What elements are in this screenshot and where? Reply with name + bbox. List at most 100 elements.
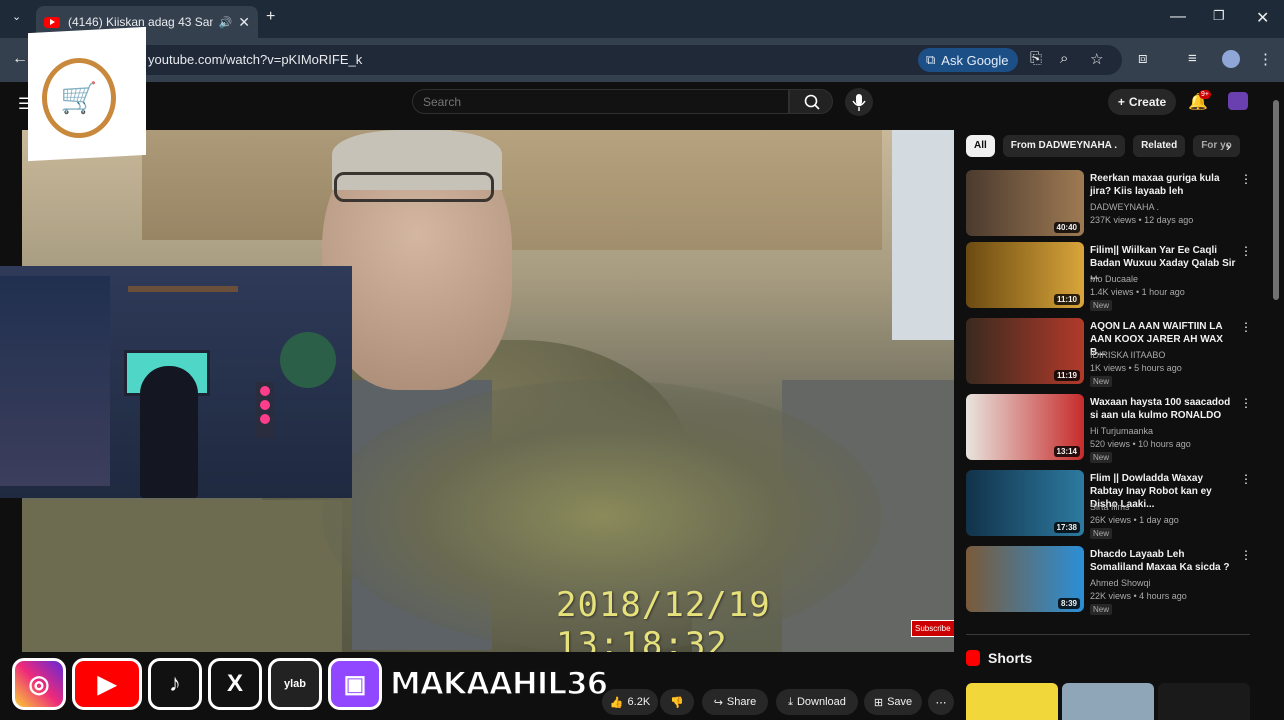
recommendation-title[interactable]: Waxaan haysta 100 saacadod si aan ula ku… (1090, 396, 1236, 422)
recommendation-thumbnail[interactable]: 13:14 (966, 394, 1084, 460)
bookmark-star-icon[interactable]: ☆ (1090, 50, 1103, 68)
window-close-icon[interactable]: ✕ (1256, 8, 1269, 28)
recommendation-thumbnail[interactable]: 11:10 (966, 242, 1084, 308)
recommendation-item[interactable]: 11:19 AQON LA AAN WAIFTIIN LA AAN KOOX J… (966, 318, 1252, 388)
more-actions-button[interactable]: ⋯ (928, 689, 954, 715)
minimize-icon[interactable]: — (1170, 8, 1186, 26)
short-thumbnail[interactable] (1062, 683, 1154, 720)
recommendation-meta: 1K views • 5 hours ago (1090, 363, 1182, 373)
recommendation-item[interactable]: 13:14 Waxaan haysta 100 saacadod si aan … (966, 394, 1252, 464)
recommendation-meta: 22K views • 4 hours ago (1090, 591, 1187, 601)
save-icon: ⊞ (873, 696, 884, 709)
url-text[interactable]: youtube.com/watch?v=pKIMoRIFE_k (148, 52, 362, 67)
browser-tab-bar: ⌄ (4146) Kiiskan adag 43 Sano 🔊 ✕ + — ❐ … (0, 0, 1284, 38)
like-button[interactable]: 👍 6.2K (602, 689, 658, 715)
account-avatar[interactable] (1228, 92, 1248, 110)
twitch-icon: ▣ (328, 658, 382, 710)
recommendation-item[interactable]: 8:39 Dhacdo Layaab Leh Somaliland Maxaa … (966, 546, 1252, 616)
recommendation-channel[interactable]: Ahmed Showqi (1090, 578, 1151, 588)
restore-icon[interactable]: ❐ (1213, 8, 1225, 24)
sidebar-divider (966, 634, 1250, 635)
recommendation-channel[interactable]: IDIRISKA IITAABO (1090, 350, 1165, 360)
more-vertical-icon[interactable]: ⋮ (1240, 548, 1252, 562)
new-tab-icon[interactable]: + (266, 8, 275, 26)
recommendation-channel[interactable]: Hi Turjumaanka (1090, 426, 1153, 436)
city-window-illustration (0, 276, 110, 486)
duration-badge: 11:19 (1053, 370, 1080, 381)
chip-from-channel[interactable]: From DADWEYNAHA . (1002, 135, 1126, 157)
recommendation-thumbnail[interactable]: 40:40 (966, 170, 1084, 236)
more-dots-icon: ⋯ (935, 696, 947, 709)
shelf-illustration (128, 286, 238, 292)
back-arrow-icon[interactable]: ← (12, 50, 28, 68)
recommendation-title[interactable]: Reerkan maxaa guriga kula jira? Kiis lay… (1090, 172, 1236, 198)
tab-search-icon[interactable]: ⌄ (12, 10, 21, 23)
recommendation-thumbnail[interactable]: 8:39 (966, 546, 1084, 612)
create-label: Create (1128, 95, 1167, 109)
download-label: Download (796, 696, 846, 708)
more-vertical-icon[interactable]: ⋮ (1240, 244, 1252, 258)
more-vertical-icon[interactable]: ⋮ (1240, 172, 1252, 186)
chip-all[interactable]: All (966, 135, 995, 157)
recommendation-channel[interactable]: Mo Ducaale (1090, 274, 1138, 284)
reading-list-icon[interactable]: ≡ (1188, 50, 1197, 67)
share-button[interactable]: ↪ Share (702, 689, 768, 715)
instagram-icon: ◎ (12, 658, 66, 710)
chip-related[interactable]: Related (1133, 135, 1186, 157)
dislike-button[interactable]: 👎 (660, 689, 694, 715)
extensions-icon[interactable]: ⧈ (1138, 50, 1148, 67)
short-thumbnail[interactable] (1158, 683, 1250, 720)
new-badge: New (1090, 300, 1113, 311)
tiktok-icon: ♪ (148, 658, 202, 710)
chevron-right-icon[interactable]: › (1226, 138, 1231, 154)
x-twitter-icon: X (208, 658, 262, 710)
recommendation-channel[interactable]: DADWEYNAHA . (1090, 202, 1159, 212)
save-button[interactable]: ⊞ Save (864, 689, 922, 715)
recommendation-item[interactable]: 11:10 Filim|| Wiilkan Yar Ee Caqli Badan… (966, 242, 1252, 312)
page-scrollbar[interactable] (1273, 100, 1279, 300)
menu-dots-icon[interactable]: ⋮ (1258, 50, 1273, 68)
thumbs-up-icon: 👍 (609, 696, 624, 709)
thumbs-down-icon: 👎 (670, 696, 684, 709)
shorts-label: Shorts (988, 650, 1033, 666)
shorts-icon (966, 650, 980, 666)
voice-search-button[interactable] (845, 88, 873, 116)
speaker-icon[interactable]: 🔊 (219, 16, 233, 29)
recommendation-meta: 26K views • 1 day ago (1090, 515, 1179, 525)
duration-badge: 8:39 (1057, 598, 1080, 609)
youtube-logo-icon: ▶ (72, 658, 142, 710)
recommendation-item[interactable]: 17:38 Flim || Dowladda Waxay Rabtay Inay… (966, 470, 1252, 540)
chip-for-you[interactable]: For yo (1193, 135, 1240, 157)
recommendation-title[interactable]: Dhacdo Layaab Leh Somaliland Maxaa Ka si… (1090, 548, 1236, 574)
install-app-icon[interactable]: ⎘ (1030, 50, 1042, 67)
search-button[interactable] (789, 89, 833, 114)
speaker-lights-illustration (256, 382, 274, 438)
bonsai-plant-illustration (280, 332, 336, 388)
ask-google-label: Ask Google (941, 52, 1009, 68)
recommendation-thumbnail[interactable]: 17:38 (966, 470, 1084, 536)
recommendation-item[interactable]: 40:40 Reerkan maxaa guriga kula jira? Ki… (966, 170, 1252, 240)
tab-close-icon[interactable]: ✕ (238, 14, 250, 31)
recommendation-meta: 237K views • 12 days ago (1090, 215, 1194, 225)
channel-handle: MAKAAHIL36 (389, 665, 609, 703)
zoom-icon[interactable]: ⌕ (1060, 50, 1068, 67)
ask-google-button[interactable]: ⧉ Ask Google (918, 48, 1018, 72)
youtube-favicon-icon (44, 16, 60, 28)
recommendation-channel[interactable]: Sirta flims (1090, 502, 1130, 512)
profile-avatar[interactable] (1222, 50, 1240, 68)
recommendation-meta: 1.4K views • 1 hour ago (1090, 287, 1185, 297)
recommendation-thumbnail[interactable]: 11:19 (966, 318, 1084, 384)
short-thumbnail[interactable] (966, 683, 1058, 720)
recommendation-meta: 520 views • 10 hours ago (1090, 439, 1191, 449)
more-vertical-icon[interactable]: ⋮ (1240, 472, 1252, 486)
lofi-room-overlay (0, 266, 352, 498)
search-input[interactable] (412, 89, 789, 114)
create-button[interactable]: + Create (1108, 89, 1176, 115)
new-badge: New (1090, 604, 1113, 615)
more-vertical-icon[interactable]: ⋮ (1240, 396, 1252, 410)
more-vertical-icon[interactable]: ⋮ (1240, 320, 1252, 334)
download-button[interactable]: ⤓ Download (776, 689, 858, 715)
subscribe-overlay-button[interactable]: Subscribe (911, 620, 954, 637)
like-count: 6.2K (627, 696, 651, 708)
google-lens-icon: ⧉ (926, 52, 936, 67)
